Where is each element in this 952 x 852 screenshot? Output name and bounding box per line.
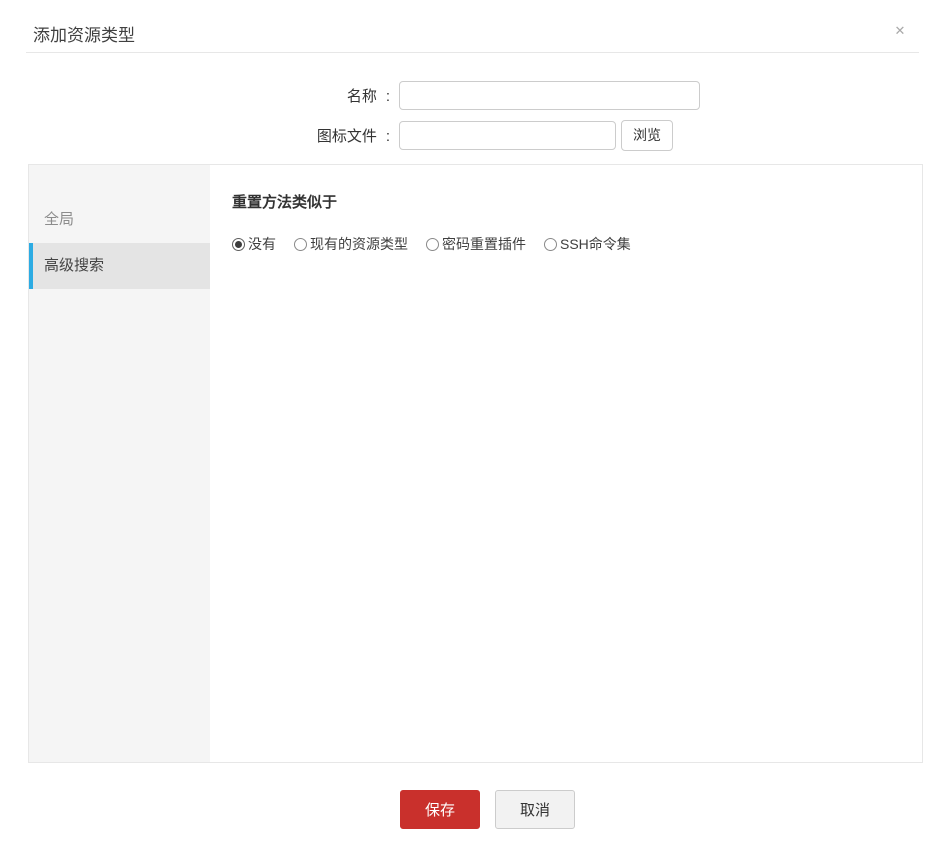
radio-option-password-reset-plugin[interactable]: 密码重置插件 — [426, 234, 526, 254]
sidebar-item-advanced-search[interactable]: 高级搜索 — [29, 243, 210, 289]
name-label-text: 名称 — [347, 88, 377, 105]
radio-label: 现有的资源类型 — [310, 234, 408, 254]
settings-panel: 全局 高级搜索 重置方法类似于 没有 现有的资源类型 密码重置插件 — [28, 164, 923, 763]
icon-file-label-colon: : — [386, 128, 390, 145]
close-icon[interactable]: ✕ — [891, 22, 909, 40]
radio-option-ssh-command-set[interactable]: SSH命令集 — [544, 234, 631, 254]
icon-file-form-row: 图标文件: 浏览 — [0, 119, 673, 151]
icon-file-label: 图标文件: — [0, 125, 390, 146]
radio-label: 没有 — [248, 234, 276, 254]
add-resource-type-dialog: 添加资源类型 ✕ 名称: 图标文件: 浏览 全局 高级搜索 重置方法类似于 — [0, 0, 952, 852]
radio-label: 密码重置插件 — [442, 234, 526, 254]
section-heading: 重置方法类似于 — [232, 191, 922, 212]
sidebar: 全局 高级搜索 — [29, 165, 210, 762]
sidebar-item-label: 高级搜索 — [44, 257, 104, 274]
save-button[interactable]: 保存 — [400, 790, 480, 829]
cancel-button[interactable]: 取消 — [495, 790, 575, 829]
name-label-colon: : — [386, 88, 390, 105]
page-title: 添加资源类型 — [33, 21, 135, 46]
radio-icon — [426, 238, 439, 251]
sidebar-item-label: 全局 — [44, 211, 74, 228]
name-label: 名称: — [0, 85, 390, 106]
name-input[interactable] — [399, 81, 700, 110]
header-divider — [26, 52, 919, 53]
reset-method-radio-group: 没有 现有的资源类型 密码重置插件 SSH命令集 — [232, 234, 922, 254]
radio-icon — [294, 238, 307, 251]
radio-label: SSH命令集 — [560, 234, 631, 254]
icon-file-input[interactable] — [399, 121, 616, 150]
radio-icon — [232, 238, 245, 251]
name-form-row: 名称: — [0, 80, 700, 110]
radio-option-none[interactable]: 没有 — [232, 234, 276, 254]
browse-button[interactable]: 浏览 — [621, 120, 673, 151]
tab-content: 重置方法类似于 没有 现有的资源类型 密码重置插件 SSH命令集 — [210, 165, 922, 762]
sidebar-item-global[interactable]: 全局 — [29, 197, 210, 243]
radio-option-existing-resource-type[interactable]: 现有的资源类型 — [294, 234, 408, 254]
radio-icon — [544, 238, 557, 251]
icon-file-label-text: 图标文件 — [317, 128, 377, 145]
